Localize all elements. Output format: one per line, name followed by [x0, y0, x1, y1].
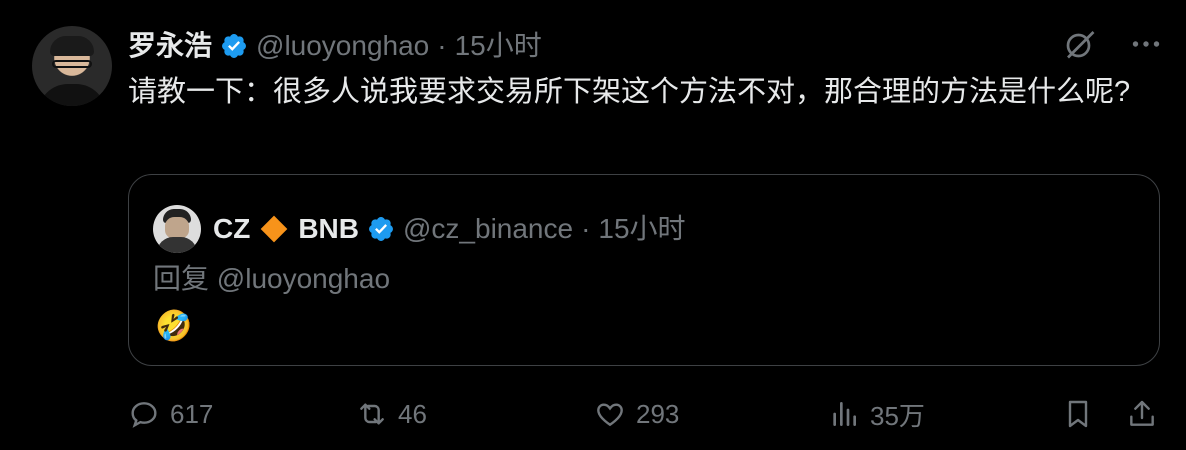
author-avatar[interactable] — [32, 26, 112, 106]
tweet-container: 罗永浩 @luoyonghao · 15小时 请教一下：很多人说我要求交易所下架… — [0, 0, 1186, 450]
quote-author-handle: @cz_binance — [403, 213, 574, 244]
reply-mention: @luoyonghao — [216, 263, 391, 294]
reply-icon — [131, 402, 157, 428]
verified-badge-icon — [369, 217, 393, 241]
quote-header: CZ BNB @cz_binance · 15小时 — [153, 205, 686, 253]
retweet-button[interactable]: 46 — [356, 394, 427, 434]
views-button[interactable]: 35万 — [828, 394, 925, 434]
verified-badge-icon — [222, 34, 246, 58]
tweet-time[interactable]: 15小时 — [455, 26, 542, 66]
author-name[interactable]: 罗永浩 — [128, 26, 212, 66]
orange-diamond-icon — [260, 215, 288, 243]
author-handle[interactable]: @luoyonghao — [256, 26, 429, 66]
quote-time: 15小时 — [598, 213, 686, 244]
views-count: 35万 — [870, 400, 925, 431]
top-right-icons — [1062, 26, 1164, 62]
views-chart-icon — [833, 402, 856, 426]
reply-context: 回复 @luoyonghao — [153, 259, 390, 299]
retweet-icon — [360, 403, 384, 425]
quote-author-suffix: BNB — [298, 213, 359, 244]
share-icon — [1130, 400, 1154, 426]
tweet-header: 罗永浩 @luoyonghao · 15小时 — [128, 26, 542, 66]
quote-emoji: 🤣 — [155, 310, 193, 343]
tweet-text: 请教一下：很多人说我要求交易所下架这个方法不对，那合理的方法是什么呢? — [128, 76, 1131, 108]
more-icon[interactable] — [1128, 26, 1164, 62]
bookmark-icon — [1068, 400, 1088, 428]
reply-button[interactable]: 617 — [128, 394, 213, 434]
retweet-count: 46 — [398, 398, 427, 429]
quoted-tweet[interactable]: CZ BNB @cz_binance · 15小时 回复 @luoyonghao… — [128, 174, 1160, 366]
reply-count: 617 — [170, 398, 214, 429]
like-count: 293 — [636, 398, 680, 429]
like-button[interactable]: 293 — [594, 394, 679, 434]
heart-icon — [597, 403, 623, 427]
separator-dot: · — [437, 30, 447, 61]
action-bar: 617 46 293 35万 — [128, 394, 1168, 434]
quote-author-avatar — [153, 205, 201, 253]
quote-author-name: CZ — [213, 213, 251, 244]
separator-dot: · — [581, 213, 591, 244]
reply-prefix: 回复 — [153, 263, 210, 294]
grok-icon[interactable] — [1062, 26, 1098, 62]
share-button[interactable] — [1126, 394, 1158, 434]
bookmark-button[interactable] — [1062, 394, 1094, 434]
